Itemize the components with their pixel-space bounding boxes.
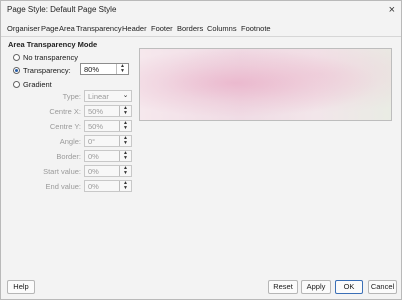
- button-bar: Help Reset Apply OK Cancel: [1, 279, 401, 299]
- radio-transparency[interactable]: Transparency:: [13, 66, 71, 75]
- end-value-spinbox[interactable]: 0% ▲ ▼: [84, 180, 132, 192]
- angle-value: 0°: [88, 137, 96, 146]
- border-spinbox[interactable]: 0% ▲ ▼: [84, 150, 132, 162]
- start-value-label: Start value:: [43, 167, 81, 176]
- radio-label: No transparency: [23, 53, 79, 62]
- section-title: Area Transparency Mode: [8, 40, 98, 49]
- radio-dot-selected[interactable]: [13, 67, 20, 74]
- end-value-label: End value:: [45, 182, 81, 191]
- transparency-spinbox[interactable]: 80% ▲ ▼: [80, 63, 129, 75]
- spin-buttons[interactable]: ▲ ▼: [119, 181, 131, 191]
- chevron-down-icon[interactable]: ⌄: [120, 92, 131, 103]
- spin-buttons[interactable]: ▲ ▼: [119, 166, 131, 176]
- tab-organiser[interactable]: Organiser: [7, 24, 40, 33]
- centre-x-spinbox[interactable]: 50% ▲ ▼: [84, 105, 132, 117]
- window-title: Page Style: Default Page Style: [7, 5, 117, 14]
- transparency-value: 80%: [84, 65, 100, 74]
- centre-x-value: 50%: [88, 107, 104, 116]
- spin-buttons[interactable]: ▲ ▼: [119, 151, 131, 161]
- tab-borders[interactable]: Borders: [177, 24, 203, 33]
- tab-transparency[interactable]: Transparency: [76, 24, 122, 33]
- radio-dot[interactable]: [13, 81, 20, 88]
- type-label: Type:: [62, 92, 81, 101]
- centre-y-value: 50%: [88, 122, 104, 131]
- tab-area[interactable]: Area: [59, 24, 75, 33]
- centre-x-label: Centre X:: [49, 107, 81, 116]
- border-label: Border:: [56, 152, 81, 161]
- title-bar: Page Style: Default Page Style ×: [1, 1, 401, 19]
- transparency-panel: Area Transparency Mode No transparency T…: [1, 37, 401, 277]
- tab-footnote[interactable]: Footnote: [241, 24, 271, 33]
- spin-buttons[interactable]: ▲ ▼: [116, 64, 128, 74]
- tab-columns[interactable]: Columns: [207, 24, 237, 33]
- angle-label: Angle:: [59, 137, 81, 146]
- tab-header[interactable]: Header: [122, 24, 147, 33]
- centre-y-spinbox[interactable]: 50% ▲ ▼: [84, 120, 132, 132]
- tab-bar: Organiser Page Area Transparency Header …: [1, 21, 401, 37]
- apply-button[interactable]: Apply: [301, 280, 331, 294]
- type-value: Linear: [88, 92, 109, 101]
- close-icon[interactable]: ×: [389, 3, 395, 17]
- radio-label: Transparency:: [23, 66, 71, 75]
- start-value-spinbox[interactable]: 0% ▲ ▼: [84, 165, 132, 177]
- spin-buttons[interactable]: ▲ ▼: [119, 121, 131, 131]
- end-value: 0%: [88, 182, 99, 191]
- radio-dot[interactable]: [13, 54, 20, 61]
- spin-buttons[interactable]: ▲ ▼: [119, 106, 131, 116]
- angle-spinbox[interactable]: 0° ▲ ▼: [84, 135, 132, 147]
- ok-button[interactable]: OK: [335, 280, 363, 294]
- tab-page[interactable]: Page: [41, 24, 59, 33]
- type-select[interactable]: Linear ⌄: [84, 90, 132, 102]
- border-value: 0%: [88, 152, 99, 161]
- start-value: 0%: [88, 167, 99, 176]
- spin-buttons[interactable]: ▲ ▼: [119, 136, 131, 146]
- preview-image: [139, 48, 392, 121]
- tab-footer[interactable]: Footer: [151, 24, 173, 33]
- radio-no-transparency[interactable]: No transparency: [13, 53, 78, 62]
- radio-gradient[interactable]: Gradient: [13, 80, 52, 89]
- cancel-button[interactable]: Cancel: [368, 280, 397, 294]
- dialog-window: Page Style: Default Page Style × Organis…: [0, 0, 402, 300]
- help-button[interactable]: Help: [7, 280, 35, 294]
- radio-label: Gradient: [23, 80, 52, 89]
- reset-button[interactable]: Reset: [268, 280, 298, 294]
- centre-y-label: Centre Y:: [49, 122, 81, 131]
